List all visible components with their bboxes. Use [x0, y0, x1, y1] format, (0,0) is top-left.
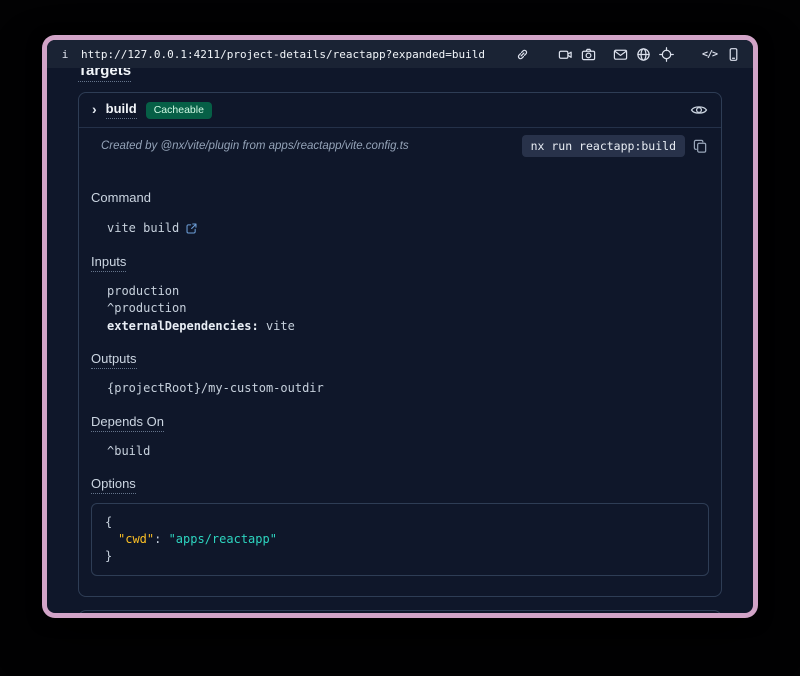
page-title: Targets — [78, 68, 722, 79]
video-icon[interactable] — [558, 47, 573, 62]
target-card-serve: › serve vite serve — [78, 610, 722, 613]
build-card-header[interactable]: › build Cacheable — [79, 93, 721, 127]
copy-icon[interactable] — [693, 139, 708, 154]
serve-card-header[interactable]: › serve vite serve — [79, 611, 721, 613]
run-command-chip: nx run reactapp:build — [522, 135, 685, 157]
command-link[interactable]: vite build — [107, 220, 198, 238]
browser-window: i http://127.0.0.1:4211/project-details/… — [42, 35, 758, 618]
desktop-background: i http://127.0.0.1:4211/project-details/… — [0, 0, 800, 676]
mail-icon[interactable] — [613, 47, 628, 62]
inputs-section-label: Inputs — [91, 254, 709, 269]
camera-icon[interactable] — [581, 47, 596, 62]
url-text[interactable]: http://127.0.0.1:4211/project-details/re… — [81, 48, 485, 61]
options-code-block: { "cwd": "apps/reactapp" } — [91, 503, 709, 576]
build-meta-row: Created by @nx/vite/plugin from apps/rea… — [79, 127, 721, 166]
outputs-section-label: Outputs — [91, 351, 709, 366]
code-icon[interactable]: </> — [702, 49, 717, 60]
page-content: Targets › build Cacheable Created by @nx… — [47, 68, 753, 613]
command-section-label: Command — [91, 190, 709, 205]
output-item: {projectRoot}/my-custom-outdir — [107, 380, 709, 398]
chevron-right-icon[interactable]: › — [92, 102, 97, 116]
window-content: i http://127.0.0.1:4211/project-details/… — [47, 40, 753, 613]
input-item: production — [107, 283, 709, 301]
device-icon[interactable] — [726, 47, 741, 62]
depends-on-section-label: Depends On — [91, 414, 709, 429]
input-item: ^production — [107, 300, 709, 318]
json-key: "cwd" — [118, 532, 154, 546]
json-line: } — [105, 548, 695, 565]
json-line: { — [105, 514, 695, 531]
options-section-label: Options — [91, 476, 709, 491]
cacheable-badge: Cacheable — [146, 102, 212, 119]
build-card-body: Command vite build — [79, 166, 721, 596]
target-card-build: › build Cacheable Created by @nx/vite/pl… — [78, 92, 722, 597]
titlebar-toolbar: </> — [515, 47, 741, 62]
created-by-text: Created by @nx/vite/plugin from apps/rea… — [101, 140, 409, 152]
misc-tools — [609, 47, 678, 62]
globe-icon[interactable] — [636, 47, 651, 62]
target-icon[interactable] — [659, 47, 674, 62]
external-link-icon[interactable] — [185, 222, 198, 235]
titlebar: i http://127.0.0.1:4211/project-details/… — [47, 40, 753, 68]
target-name-build: build — [106, 101, 137, 119]
json-value: "apps/reactapp" — [169, 532, 277, 546]
info-icon[interactable]: i — [59, 48, 71, 61]
json-line: "cwd": "apps/reactapp" — [105, 531, 695, 548]
depends-on-item: ^build — [107, 443, 709, 461]
capture-tools — [554, 47, 600, 62]
link-icon[interactable] — [515, 47, 530, 62]
eye-icon[interactable] — [690, 101, 708, 119]
input-item-external-deps: externalDependencies: vite — [107, 318, 709, 336]
